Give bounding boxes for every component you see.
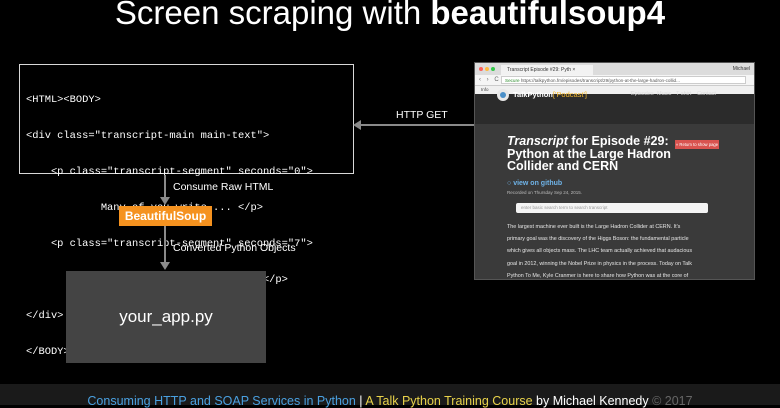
code-line: <HTML><BODY> <box>26 94 101 106</box>
transcript-heading: Transcript for Episode #29: Python at th… <box>507 135 671 173</box>
menu-tshirt: T-shirt <box>676 91 692 97</box>
talkpython-logo-icon <box>497 89 509 101</box>
github-link-text: view on github <box>513 180 563 187</box>
title-light: Screen scraping with <box>114 0 431 31</box>
transcript-search-input: enter basic search term to search transc… <box>516 203 708 213</box>
footer-training-link[interactable]: A Talk Python Training Course <box>365 394 532 408</box>
arrowhead-converted <box>160 262 170 270</box>
paragraph-line: goal in 2012, winning the Nobel Prize in… <box>507 260 692 267</box>
transcript-paragraph: The largest machine ever built is the La… <box>507 221 733 279</box>
converted-label: Converted Python Objects <box>173 242 296 254</box>
browser-screenshot: Transcript Episode #29: Pyth × Michael ‹… <box>474 62 755 280</box>
paragraph-line: Python To Me, Kyle Cranmer is here to sh… <box>507 272 689 279</box>
menu-music: Music <box>657 91 672 97</box>
brand-name: TalkPython <box>513 90 553 99</box>
connector-line-http <box>358 124 474 126</box>
code-line: <p class="transcript-segment" seconds="0… <box>26 166 313 178</box>
consume-label: Consume Raw HTML <box>173 181 274 193</box>
heading-line3: Collider and CERN <box>507 159 619 174</box>
paragraph-line: primary goal was the discovery of the Hi… <box>507 236 689 243</box>
app-box: your_app.py <box>66 271 266 363</box>
title-bold: beautifulsoup4 <box>430 0 666 31</box>
connector-line-converted <box>164 226 166 263</box>
beautifulsoup-box: BeautifulSoup <box>119 206 212 226</box>
footer-text: Consuming HTTP and SOAP Services in Pyth… <box>0 394 780 408</box>
recorded-date: Recorded on Thursday Sep 24, 2015. <box>507 190 582 195</box>
browser-url: Secure https://talkpython.fm/episodes/tr… <box>501 76 746 84</box>
brand-podcast: ['Podcast'] <box>552 90 588 99</box>
return-to-show-button: « Return to show page <box>675 140 719 149</box>
paragraph-line: which gives all objects mass. The LHC te… <box>507 248 693 255</box>
browser-tab-bar: Transcript Episode #29: Pyth × Michael <box>475 63 754 75</box>
menu-episodes: Episodes <box>631 91 654 97</box>
close-dot-icon <box>479 67 483 71</box>
maximize-dot-icon <box>491 67 495 71</box>
url-secure: Secure <box>505 78 520 83</box>
http-get-label: HTTP GET <box>396 109 448 121</box>
footer-copyright: © 2017 <box>648 394 693 408</box>
paragraph-line: The largest machine ever built is the La… <box>507 224 681 230</box>
browser-url-bar: ‹ › C ⌂ Secure https://talkpython.fm/epi… <box>475 75 754 86</box>
menu-contact: Contact <box>697 91 716 97</box>
footer-course-link[interactable]: Consuming HTTP and SOAP Services in Pyth… <box>87 394 355 408</box>
footer-separator: | <box>355 394 366 408</box>
footer-author: by Michael Kennedy <box>532 394 649 408</box>
browser-user: Michael <box>732 66 750 72</box>
arrowhead-http <box>353 120 361 130</box>
arrowhead-consume <box>160 197 170 205</box>
browser-tab: Transcript Episode #29: Pyth × <box>501 65 593 75</box>
connector-line-consume <box>164 175 166 198</box>
slide-title: Screen scraping with beautifulsoup4 <box>0 0 780 32</box>
code-line: <div class="transcript-main main-text"> <box>26 130 270 142</box>
minimize-dot-icon <box>485 67 489 71</box>
url-text: https://talkpython.fm/episodes/transcrip… <box>520 78 680 83</box>
site-brand: TalkPython['Podcast'] <box>513 90 587 99</box>
html-code-box: <HTML><BODY> <div class="transcript-main… <box>19 64 354 358</box>
github-link: ○ view on github <box>507 180 562 187</box>
